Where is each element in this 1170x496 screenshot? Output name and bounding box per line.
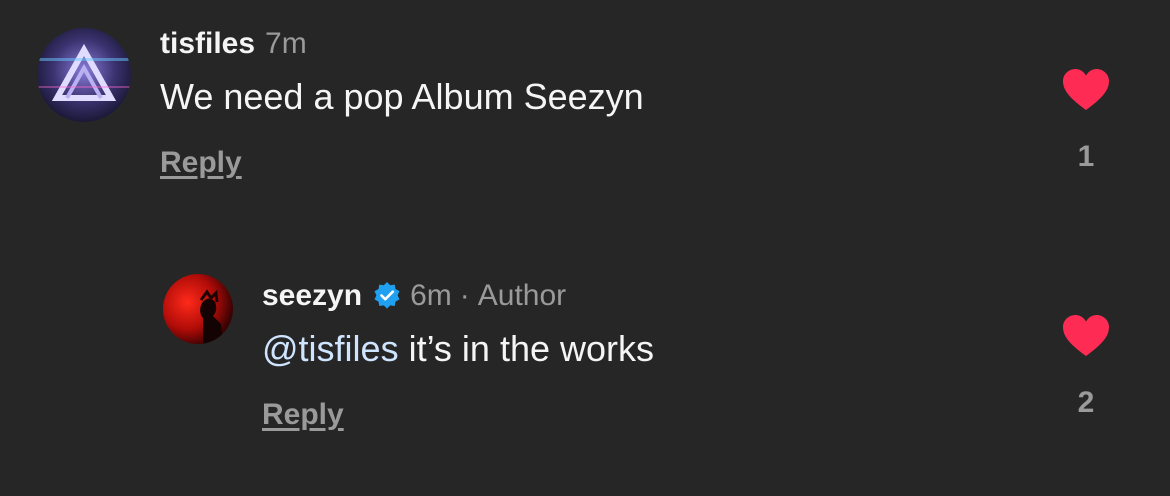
comment-item: tisfiles 7m We need a pop Album Seezyn R… [0,0,1170,230]
heart-icon [1063,69,1109,110]
like-count: 2 [1077,386,1095,419]
avatar-image [163,274,233,344]
comment-header: seezyn 6m · Author [262,276,566,316]
user-avatar[interactable] [163,274,233,344]
heart-icon [1063,315,1109,356]
username[interactable]: tisfiles [160,27,255,61]
verified-badge-icon [374,282,400,309]
like-count: 1 [1077,140,1095,173]
like-button[interactable] [1061,314,1111,358]
comment-header: tisfiles 7m [160,24,307,64]
comment-time: 7m [265,27,307,60]
comment-text: @tisfiles it’s in the works [262,328,654,370]
comment-time: 6m [410,279,452,312]
comment-text-body: it’s in the works [398,328,655,369]
reply-comment-item: seezyn 6m · Author @tisfiles it’s in the… [0,250,1170,496]
username[interactable]: seezyn [262,279,362,313]
reply-button[interactable]: Reply [160,146,242,180]
comment-text: We need a pop Album Seezyn [160,76,644,117]
user-avatar[interactable] [37,28,131,122]
author-badge: Author [477,279,567,312]
separator-dot: · [459,279,470,312]
mention-link[interactable]: @tisfiles [262,328,399,369]
like-button[interactable] [1061,68,1111,112]
avatar-image [37,28,131,122]
reply-button[interactable]: Reply [262,398,344,432]
